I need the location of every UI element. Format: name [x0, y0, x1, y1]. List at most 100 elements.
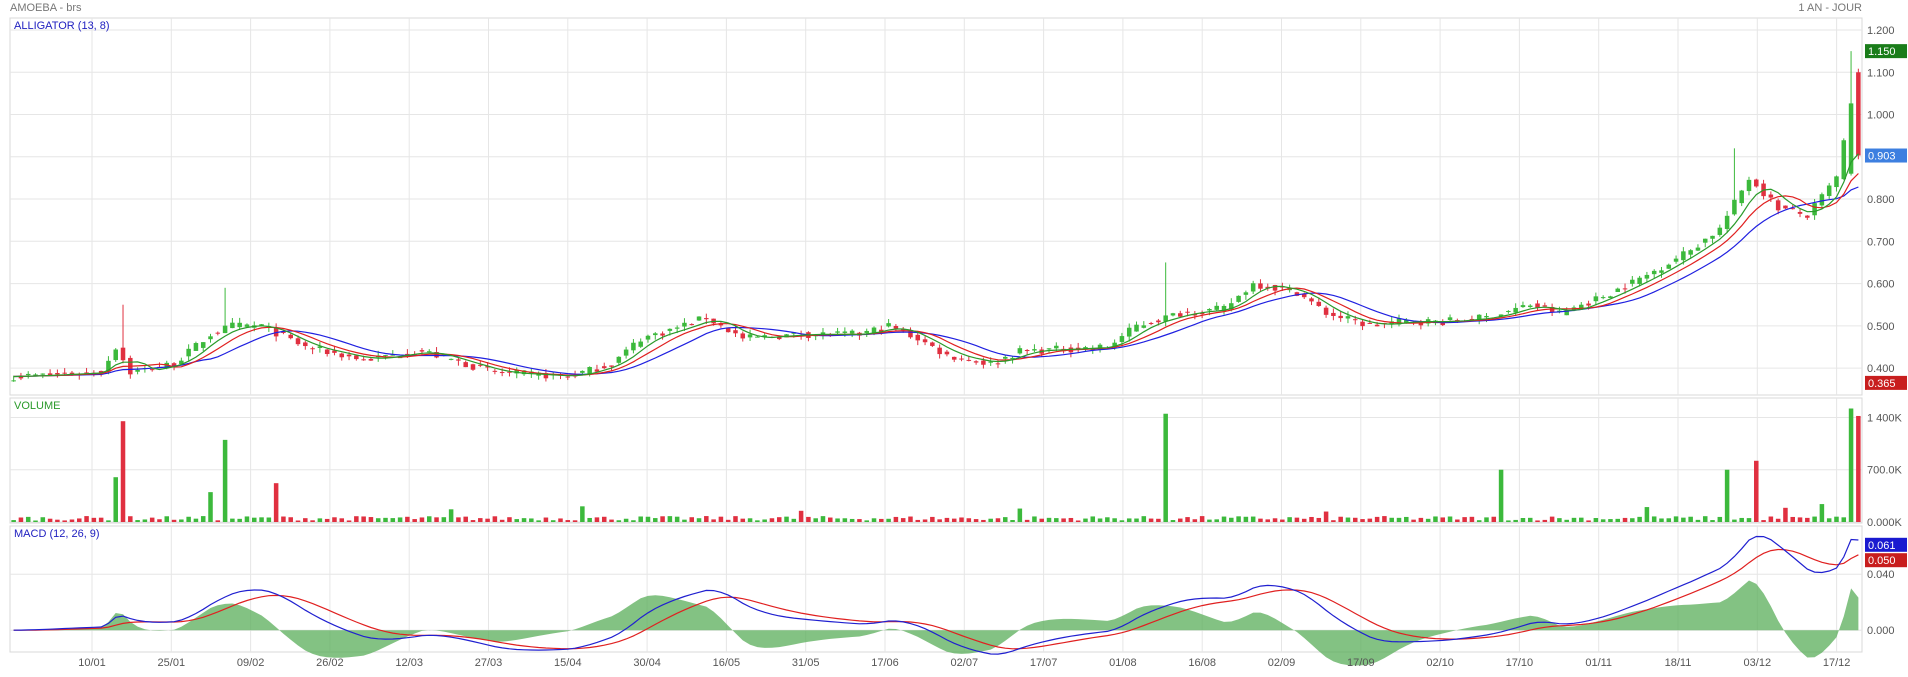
- volume-bar: [1768, 516, 1774, 522]
- volume-bar: [1681, 517, 1686, 522]
- volume-bar: [791, 518, 797, 522]
- volume-bar: [1630, 518, 1635, 522]
- volume-bar: [1535, 520, 1540, 522]
- candle-body: [1024, 350, 1030, 352]
- volume-bar: [1418, 517, 1424, 522]
- volume-bar: [375, 518, 381, 522]
- volume-bar: [1702, 516, 1708, 522]
- volume-bar: [1637, 516, 1642, 522]
- volume-bar: [1287, 517, 1292, 522]
- volume-bar: [259, 517, 264, 522]
- candle-body: [733, 330, 738, 334]
- volume-bar: [419, 517, 425, 522]
- volume-bar: [1659, 518, 1664, 522]
- volume-bar: [995, 518, 1001, 522]
- x-tick-label: 17/07: [1030, 657, 1058, 669]
- candle-body: [303, 342, 308, 347]
- x-tick-label: 16/08: [1188, 657, 1216, 669]
- volume-bar: [499, 519, 505, 522]
- price-frame: [9, 17, 1863, 396]
- x-tick-label: 16/05: [713, 657, 741, 669]
- volume-bar: [1527, 517, 1533, 522]
- price-marker: 0.903: [1868, 151, 1896, 163]
- volume-bar: [689, 517, 695, 522]
- volume-bar: [55, 519, 60, 522]
- candle-body: [135, 369, 140, 372]
- volume-bar: [631, 520, 636, 522]
- volume-bar: [849, 518, 855, 522]
- volume-bar: [1593, 518, 1599, 522]
- volume-bar: [966, 518, 972, 522]
- volume-bar: [725, 519, 731, 522]
- candle-body: [631, 342, 636, 351]
- candle-body: [288, 334, 293, 339]
- volume-bar: [1724, 469, 1730, 522]
- candle-body: [11, 380, 16, 382]
- volume-bar: [1571, 517, 1577, 522]
- volume-bar: [900, 518, 906, 522]
- volume-bar: [1068, 517, 1074, 522]
- candle-body: [1659, 270, 1664, 273]
- candle-body: [930, 342, 935, 346]
- candle-body: [696, 316, 702, 321]
- volume-bar: [492, 516, 498, 522]
- volume-bar: [1367, 518, 1373, 522]
- volume-pane: 1 400K 700.0K 0.000K VOLUME: [9, 397, 1903, 529]
- volume-bar: [1265, 519, 1271, 522]
- volume-bar: [215, 520, 221, 522]
- x-tick-label: 10/01: [78, 657, 106, 669]
- volume-panel-title: VOLUME: [14, 400, 60, 412]
- volume-bar: [1622, 517, 1628, 522]
- volume-bar: [1732, 519, 1737, 522]
- volume-bar: [47, 518, 53, 522]
- volume-bar: [871, 518, 877, 522]
- volume-bar: [587, 517, 592, 522]
- volume-bar: [1083, 518, 1088, 522]
- volume-bar: [638, 516, 643, 522]
- volume-bar: [1075, 520, 1081, 522]
- candle-body: [1126, 327, 1132, 337]
- candle-body: [222, 325, 228, 334]
- volume-bar: [835, 518, 840, 522]
- candle-body: [988, 361, 993, 363]
- volume-bar: [1360, 519, 1365, 522]
- period-label[interactable]: 1 AN - JOUR: [1798, 2, 1862, 14]
- volume-bar: [755, 520, 760, 522]
- volume-bar: [1564, 519, 1569, 522]
- volume-bar: [1294, 517, 1300, 522]
- candle-body: [1775, 200, 1781, 211]
- candle-body: [1600, 297, 1606, 299]
- candle-body: [864, 330, 869, 333]
- volume-bar: [1404, 516, 1409, 522]
- x-tick-label: 25/01: [158, 657, 186, 669]
- volume-bar: [740, 518, 746, 522]
- candle-body: [893, 326, 899, 329]
- candle-body: [200, 342, 206, 348]
- candle-body: [1826, 185, 1832, 196]
- candle-body: [1214, 305, 1219, 310]
- candle-body: [1754, 179, 1759, 187]
- candle-body: [215, 332, 221, 334]
- candle-body: [623, 349, 629, 356]
- candle: [696, 316, 702, 321]
- candle-body: [915, 334, 921, 341]
- volume-bar: [1549, 516, 1555, 522]
- stock-chart[interactable]: AMOEBA - brs 1 AN - JOUR 1.200 1.100 1.000…: [0, 0, 1908, 672]
- candle-body: [981, 360, 986, 365]
- volume-bar: [601, 516, 607, 522]
- candle-body: [1732, 199, 1737, 215]
- volume-bar: [456, 517, 461, 522]
- candle-body: [755, 336, 760, 338]
- volume-bar: [1433, 516, 1438, 522]
- volume-bar: [295, 520, 301, 522]
- volume-bar: [397, 517, 403, 522]
- volume-bar: [1695, 519, 1701, 522]
- candle-body: [1834, 176, 1839, 188]
- x-tick-label: 17/10: [1506, 657, 1534, 669]
- candle-body: [1535, 303, 1540, 308]
- price-y-tick-label: 1.000: [1867, 110, 1895, 122]
- volume-bar: [572, 520, 578, 522]
- chart-canvas[interactable]: 1.2001.1001.0000.9000.8000.7000.6000.500…: [0, 0, 1908, 672]
- volume-bar: [762, 519, 767, 522]
- candle-body: [426, 351, 432, 353]
